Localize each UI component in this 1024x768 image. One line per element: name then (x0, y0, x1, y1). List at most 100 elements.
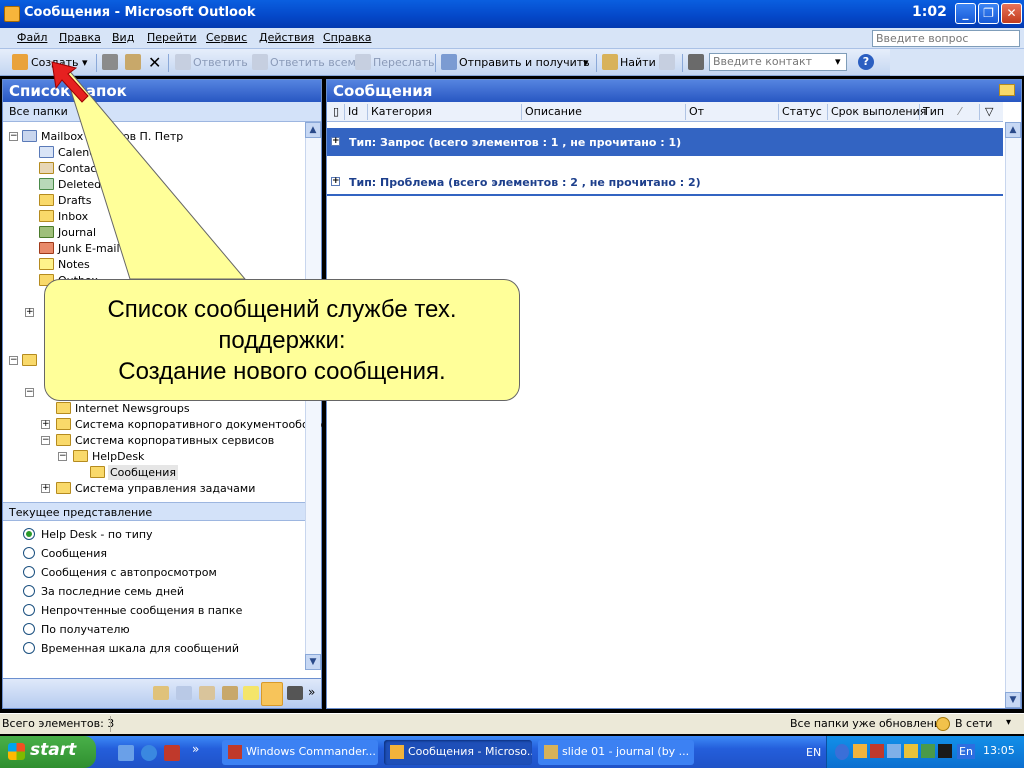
column-separator[interactable] (827, 104, 828, 120)
collapse-all-public-icon[interactable]: − (25, 388, 34, 397)
menu-edit[interactable]: Правка (59, 31, 101, 44)
view-by-recipient[interactable]: По получателю (41, 623, 130, 636)
messages-scrollbar[interactable]: ▲ ▼ (1005, 122, 1021, 708)
show-desktop-icon[interactable] (118, 745, 134, 761)
column-separator[interactable] (778, 104, 779, 120)
expand-folder-icon[interactable]: + (41, 484, 50, 493)
language-indicator[interactable]: EN (806, 746, 821, 759)
contacts-nav-icon[interactable] (199, 686, 215, 700)
tray-volume-icon[interactable] (938, 744, 952, 758)
group-row-problem[interactable]: + Тип: Проблема (всего элементов : 2 , н… (327, 168, 1003, 196)
internet-explorer-icon[interactable] (141, 745, 157, 761)
quicklaunch-more-icon[interactable]: » (192, 742, 199, 756)
shortcuts-nav-icon[interactable] (287, 686, 303, 700)
view-radio-4[interactable] (23, 585, 35, 597)
contact-search-input[interactable]: Введите контакт (709, 53, 847, 71)
maximize-button[interactable]: ❐ (978, 3, 999, 24)
tasks-nav-icon[interactable] (222, 686, 238, 700)
view-helpdesk-by-type[interactable]: Help Desk - по типу (41, 528, 153, 541)
column-separator[interactable] (979, 104, 980, 120)
collapse-mailbox-icon[interactable]: − (9, 132, 18, 141)
send-receive-dropdown-icon[interactable]: ▾ (583, 56, 589, 69)
tray-network-icon[interactable] (887, 744, 901, 758)
help-icon[interactable]: ? (858, 54, 874, 70)
view-radio-2[interactable] (23, 547, 35, 559)
tree-corp-services[interactable]: Система корпоративных сервисов (75, 434, 274, 447)
configure-buttons-icon[interactable]: » (308, 685, 315, 699)
column-id[interactable]: Id (348, 105, 358, 118)
view-radio-7[interactable] (23, 642, 35, 654)
scroll-down-icon[interactable]: ▼ (1005, 692, 1021, 708)
folder-list-nav-icon[interactable] (261, 682, 283, 706)
send-receive-button[interactable]: Отправить и получить (459, 56, 590, 69)
view-autopreview[interactable]: Сообщения с автопросмотром (41, 566, 217, 579)
view-radio-3[interactable] (23, 566, 35, 578)
scroll-down-icon[interactable]: ▼ (305, 654, 321, 670)
find-button[interactable]: Найти (620, 56, 656, 69)
tree-messages-selected[interactable]: Сообщения (108, 465, 179, 480)
expand-group-icon[interactable]: + (331, 177, 340, 186)
tray-language-indicator[interactable]: En (957, 744, 975, 759)
view-unread[interactable]: Непрочтенные сообщения в папке (41, 604, 242, 617)
filter-column-icon[interactable]: ▽ (985, 105, 993, 118)
group-row-request[interactable]: + Тип: Запрос (всего элементов : 1 , не … (327, 128, 1003, 156)
tree-task-system[interactable]: Система управления задачами (75, 482, 255, 495)
column-separator[interactable] (367, 104, 368, 120)
calendar-nav-icon[interactable] (176, 686, 192, 700)
menu-view[interactable]: Вид (112, 31, 134, 44)
column-separator[interactable] (344, 104, 345, 120)
menu-tools[interactable]: Сервис (206, 31, 247, 44)
task-windows-commander[interactable]: Windows Commander... (222, 740, 378, 765)
online-dropdown-icon[interactable]: ▾ (1006, 717, 1011, 728)
task-slide-journal[interactable]: slide 01 - journal (by ... (538, 740, 694, 765)
scroll-up-icon[interactable]: ▲ (1005, 122, 1021, 138)
online-status[interactable]: В сети (955, 717, 992, 730)
column-type[interactable]: Тип (923, 105, 944, 118)
tray-antivirus-icon[interactable] (870, 744, 884, 758)
organize-icon[interactable] (659, 54, 675, 70)
tray-arrow-icon[interactable] (835, 744, 849, 760)
collapse-public-folders-icon[interactable]: − (9, 356, 18, 365)
tray-app-icon[interactable] (921, 744, 935, 758)
reply-all-button[interactable]: Ответить всем (270, 56, 356, 69)
collapse-folder-icon[interactable]: − (58, 452, 67, 461)
tray-power-icon[interactable] (904, 744, 918, 758)
address-book-icon[interactable] (688, 54, 704, 70)
contact-dropdown-icon[interactable]: ▾ (835, 55, 841, 68)
mail-nav-icon[interactable] (153, 686, 169, 700)
view-radio-1[interactable] (23, 528, 35, 540)
column-description[interactable]: Описание (525, 105, 582, 118)
menu-file[interactable]: Файл (17, 31, 47, 44)
column-status[interactable]: Статус (782, 105, 822, 118)
column-due[interactable]: Срок выполения (831, 105, 926, 118)
start-button[interactable]: start (0, 736, 96, 768)
close-button[interactable]: ✕ (1001, 3, 1022, 24)
minimize-button[interactable]: _ (955, 3, 976, 24)
tree-internet-newsgroups[interactable]: Internet Newsgroups (75, 402, 190, 415)
view-timeline[interactable]: Временная шкала для сообщений (41, 642, 239, 655)
expand-group-icon[interactable]: + (331, 137, 340, 146)
tree-doc-system[interactable]: Система корпоративного документооборота (75, 418, 336, 431)
ask-question-input[interactable]: Введите вопрос (872, 30, 1020, 47)
column-icon-header[interactable]: ▯ (333, 105, 339, 118)
column-from[interactable]: От (689, 105, 704, 118)
menu-actions[interactable]: Действия (259, 31, 314, 44)
view-radio-6[interactable] (23, 623, 35, 635)
notes-nav-icon[interactable] (243, 686, 259, 700)
forward-button[interactable]: Переслать (373, 56, 435, 69)
view-radio-5[interactable] (23, 604, 35, 616)
scroll-up-icon[interactable]: ▲ (305, 122, 321, 138)
outlook-app-icon[interactable] (4, 6, 20, 22)
collapse-folder-icon[interactable]: − (41, 436, 50, 445)
tree-helpdesk[interactable]: HelpDesk (92, 450, 144, 463)
column-separator[interactable] (919, 104, 920, 120)
menu-help[interactable]: Справка (323, 31, 371, 44)
tray-outlook-icon[interactable] (853, 744, 867, 758)
column-separator[interactable] (685, 104, 686, 120)
expand-folder-icon[interactable]: + (25, 308, 34, 317)
quicklaunch-app-icon[interactable] (164, 745, 180, 761)
menu-go[interactable]: Перейти (147, 31, 197, 44)
view-last-seven-days[interactable]: За последние семь дней (41, 585, 184, 598)
column-category[interactable]: Категория (371, 105, 432, 118)
column-separator[interactable] (521, 104, 522, 120)
